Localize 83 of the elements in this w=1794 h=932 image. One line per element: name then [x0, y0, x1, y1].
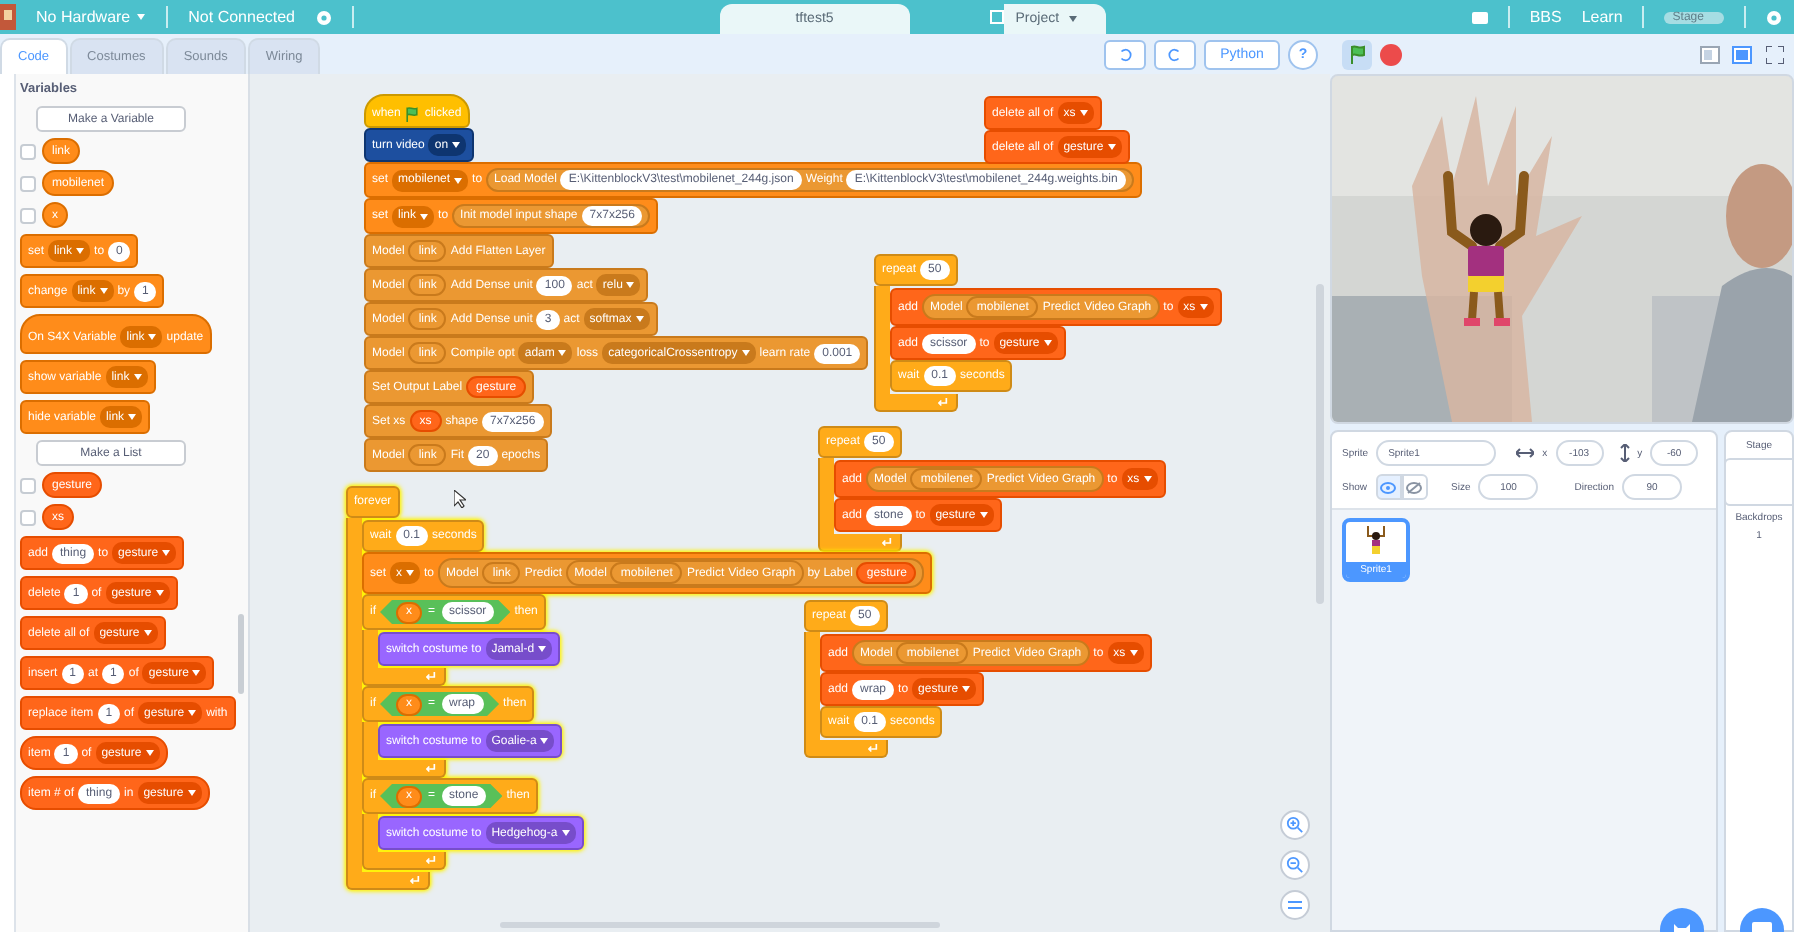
caret-icon — [420, 213, 429, 219]
loop-arrow-icon — [426, 671, 436, 681]
caret-icon — [1043, 340, 1052, 346]
caret-icon — [741, 350, 750, 356]
caret-icon — [979, 512, 988, 518]
zoom-reset-button[interactable] — [1280, 890, 1310, 920]
nav-link[interactable]: BBS — [1529, 8, 1562, 26]
loop-arrow-icon — [868, 743, 878, 753]
vertical-arrows-icon — [1619, 444, 1630, 462]
stop-button[interactable] — [1380, 43, 1402, 65]
caret-icon — [635, 316, 644, 322]
caret-icon — [538, 646, 547, 652]
hide-button[interactable] — [1401, 474, 1428, 500]
figure-icon — [1366, 526, 1386, 554]
caret-icon — [1129, 650, 1138, 656]
caret-icon — [76, 248, 85, 254]
nav-link[interactable]: Learn — [1581, 8, 1623, 26]
caret-icon — [1143, 476, 1152, 482]
caret-icon — [148, 334, 157, 340]
equals-icon — [1288, 900, 1302, 910]
caret-icon — [561, 830, 570, 836]
undo-button[interactable] — [1104, 39, 1146, 69]
loop-arrow-icon — [426, 763, 436, 773]
large-stage-button[interactable] — [1730, 42, 1754, 66]
caret-icon — [155, 590, 164, 596]
caret-icon — [143, 630, 152, 636]
caret-icon — [540, 738, 549, 744]
zoom-out-icon — [1286, 856, 1304, 874]
redo-icon — [1168, 47, 1182, 61]
small-stage-button[interactable] — [1698, 42, 1722, 66]
zoom-in-button[interactable] — [1280, 810, 1310, 840]
cursor-icon — [454, 490, 466, 508]
small-stage-icon — [1700, 45, 1720, 63]
loop-arrow-icon — [882, 537, 892, 547]
caret-icon — [1079, 110, 1088, 116]
caret-icon — [626, 282, 635, 288]
settings-icon[interactable] — [315, 9, 332, 25]
eye-slash-icon — [1406, 481, 1423, 493]
caret-icon — [452, 142, 461, 148]
caret-icon — [128, 414, 137, 420]
horizontal-arrows-icon — [1516, 448, 1535, 458]
caret-icon — [133, 374, 142, 380]
caret-icon — [1199, 304, 1208, 310]
settings-icon[interactable] — [1765, 9, 1782, 25]
checkbox[interactable] — [20, 175, 36, 191]
caret-icon — [136, 14, 147, 20]
loop-arrow-icon — [938, 397, 948, 407]
connection-status: Not Connected — [188, 8, 296, 26]
zoom-out-button[interactable] — [1280, 850, 1310, 880]
loop-arrow-icon — [410, 875, 420, 885]
flag-icon — [404, 106, 421, 122]
caret-icon — [192, 670, 201, 676]
hardware-menu[interactable]: No Hardware — [36, 8, 131, 26]
caret-icon — [1067, 16, 1078, 22]
caret-icon — [558, 350, 567, 356]
checkbox[interactable] — [20, 143, 36, 159]
show-button[interactable] — [1375, 474, 1402, 500]
undo-icon — [1118, 47, 1132, 61]
caret-icon — [188, 710, 197, 716]
caret-icon — [99, 288, 108, 294]
caret-icon — [1107, 144, 1116, 150]
large-stage-icon — [1732, 45, 1752, 63]
fullscreen-button[interactable] — [1762, 42, 1786, 66]
caret-icon — [454, 177, 463, 183]
zoom-in-icon — [1286, 816, 1304, 834]
loop-arrow-icon — [426, 855, 436, 865]
caret-icon — [406, 570, 415, 576]
caret-icon — [145, 750, 154, 756]
checkbox[interactable] — [20, 509, 36, 525]
backdrop-thumbnail[interactable] — [1726, 458, 1792, 506]
caret-icon — [187, 790, 196, 796]
save-icon[interactable] — [989, 10, 1004, 24]
run-button[interactable] — [1342, 39, 1372, 69]
flag-icon — [1347, 44, 1367, 64]
fullscreen-icon — [1765, 45, 1783, 63]
checkbox[interactable] — [20, 477, 36, 493]
caret-icon — [162, 550, 171, 556]
redo-button[interactable] — [1154, 39, 1196, 69]
checkbox[interactable] — [20, 207, 36, 223]
logo-icon[interactable] — [0, 4, 16, 30]
scrollbar — [238, 614, 244, 694]
caret-icon — [962, 686, 971, 692]
eye-icon — [1380, 481, 1397, 493]
